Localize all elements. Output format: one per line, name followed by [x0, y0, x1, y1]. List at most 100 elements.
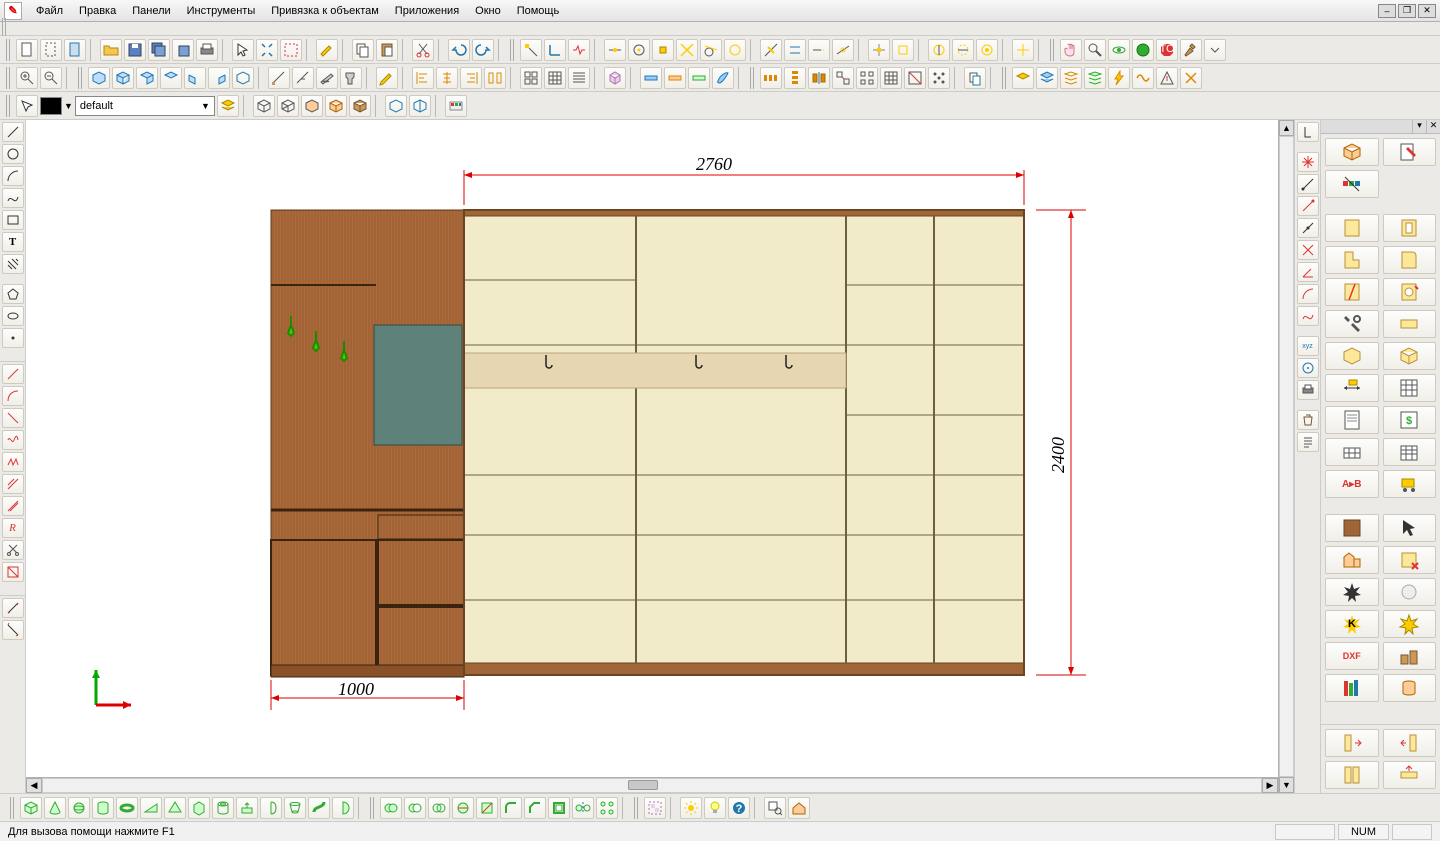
bb-array-button[interactable] [596, 797, 618, 819]
align-center-button[interactable] [436, 67, 458, 89]
red-r-button[interactable]: R [2, 518, 24, 538]
layer4-button[interactable] [1084, 67, 1106, 89]
snap-near-button[interactable] [760, 39, 782, 61]
grip-icon[interactable] [1002, 67, 1008, 89]
zoom-button[interactable] [1084, 39, 1106, 61]
scroll-right-button[interactable]: ▶ [1262, 778, 1278, 793]
align-right-button[interactable] [460, 67, 482, 89]
layer-stack-button[interactable] [217, 95, 239, 117]
snap-grid-button[interactable] [724, 39, 746, 61]
scroll-left-button[interactable]: ◀ [26, 778, 42, 793]
bb-sweep-button[interactable] [308, 797, 330, 819]
explode-button[interactable] [832, 67, 854, 89]
text-tool-button[interactable]: T [2, 232, 24, 252]
redline2-button[interactable] [2, 408, 24, 428]
brush-button[interactable] [712, 67, 734, 89]
rp-report-button[interactable] [1325, 406, 1379, 434]
save-copy-button[interactable] [172, 39, 194, 61]
snap-endpoint-button[interactable] [520, 39, 542, 61]
grip-icon[interactable] [78, 67, 84, 89]
bb-group-button[interactable] [644, 797, 666, 819]
rt-line2-button[interactable] [1297, 196, 1319, 216]
ortho-y-button[interactable] [952, 39, 974, 61]
scroll-down-button[interactable]: ▼ [1279, 777, 1294, 793]
edge-split-button[interactable] [292, 67, 314, 89]
bb-trim-button[interactable] [476, 797, 498, 819]
pan-button[interactable] [1060, 39, 1082, 61]
grid-4-button[interactable] [520, 67, 542, 89]
dots-button[interactable] [928, 67, 950, 89]
rp-lshape-button[interactable] [1325, 246, 1379, 274]
rp-table-button[interactable] [1383, 374, 1437, 402]
rp-dimension-button[interactable] [1325, 374, 1379, 402]
rp-tools-button[interactable] [1325, 310, 1379, 338]
layer3-button[interactable] [1060, 67, 1082, 89]
menu-tools[interactable]: Инструменты [179, 2, 264, 20]
bb-extrude-button[interactable] [236, 797, 258, 819]
section-button[interactable] [904, 67, 926, 89]
wireframe1-button[interactable] [253, 95, 275, 117]
pencil-button[interactable] [376, 67, 398, 89]
rp-panel1-button[interactable] [1325, 214, 1379, 242]
rp-plate-button[interactable] [1383, 310, 1437, 338]
copy-button[interactable] [352, 39, 374, 61]
flash-button[interactable] [1108, 67, 1130, 89]
line-tool-button[interactable] [2, 122, 24, 142]
snap-perp-button[interactable] [544, 39, 566, 61]
rp-box-button[interactable] [1325, 138, 1379, 166]
bb-mirror-button[interactable] [572, 797, 594, 819]
rt-bracket-button[interactable] [1297, 122, 1319, 142]
rp-end2-button[interactable] [1383, 729, 1437, 757]
rt-angle-button[interactable] [1297, 262, 1319, 282]
scroll-thumb[interactable] [628, 780, 658, 790]
print-button[interactable] [196, 39, 218, 61]
rp-end4-button[interactable] [1383, 761, 1437, 789]
rp-burst3-button[interactable] [1383, 610, 1437, 638]
shade2-button[interactable] [664, 67, 686, 89]
iso-cube2-button[interactable] [409, 95, 431, 117]
view-left-button[interactable] [184, 67, 206, 89]
horizontal-scrollbar[interactable]: ◀ ▶ [26, 777, 1278, 793]
zoom-in-button[interactable] [16, 67, 38, 89]
rp-material-button[interactable] [1325, 514, 1379, 542]
snap-intersect-button[interactable] [676, 39, 698, 61]
grip-icon[interactable] [370, 797, 376, 819]
palette-button[interactable] [445, 95, 467, 117]
bb-box-button[interactable] [20, 797, 42, 819]
bb-intersect-button[interactable] [428, 797, 450, 819]
bb-prism-button[interactable] [188, 797, 210, 819]
panel-pin-button[interactable]: ▾ [1412, 120, 1426, 133]
wireframe3-button[interactable] [301, 95, 323, 117]
rt-list-button[interactable] [1297, 432, 1319, 452]
redline1-button[interactable] [2, 364, 24, 384]
bb-inspect-button[interactable] [764, 797, 786, 819]
bb-subtract-button[interactable] [404, 797, 426, 819]
saw-button[interactable] [316, 67, 338, 89]
bb-union-button[interactable] [380, 797, 402, 819]
rt-xyz-button[interactable]: xyz [1297, 336, 1319, 356]
edge-tool-button[interactable] [268, 67, 290, 89]
window-restore-button[interactable]: ❐ [1398, 4, 1416, 18]
paste-button[interactable] [376, 39, 398, 61]
arc-tool-button[interactable] [2, 166, 24, 186]
bb-cyl-button[interactable] [92, 797, 114, 819]
new-template-button[interactable] [64, 39, 86, 61]
dim-tool-button[interactable] [2, 598, 24, 618]
rt-line3-button[interactable] [1297, 218, 1319, 238]
hammer-button[interactable] [1180, 39, 1202, 61]
grip-icon[interactable] [6, 39, 12, 61]
new-blank-button[interactable] [40, 39, 62, 61]
redmulti2-button[interactable] [2, 496, 24, 516]
grid-9-button[interactable] [544, 67, 566, 89]
snap-node-button[interactable] [652, 39, 674, 61]
rt-line1-button[interactable] [1297, 174, 1319, 194]
undo-button[interactable] [448, 39, 470, 61]
array-v-button[interactable] [784, 67, 806, 89]
snap-lock-button[interactable] [892, 39, 914, 61]
rp-cyl-button[interactable] [1383, 674, 1437, 702]
menu-file[interactable]: Файл [28, 2, 71, 20]
dropdown-button[interactable] [1204, 39, 1226, 61]
rp-bend-button[interactable] [1383, 246, 1437, 274]
save-button[interactable] [124, 39, 146, 61]
rp-ab-button[interactable]: A▸B [1325, 470, 1379, 498]
